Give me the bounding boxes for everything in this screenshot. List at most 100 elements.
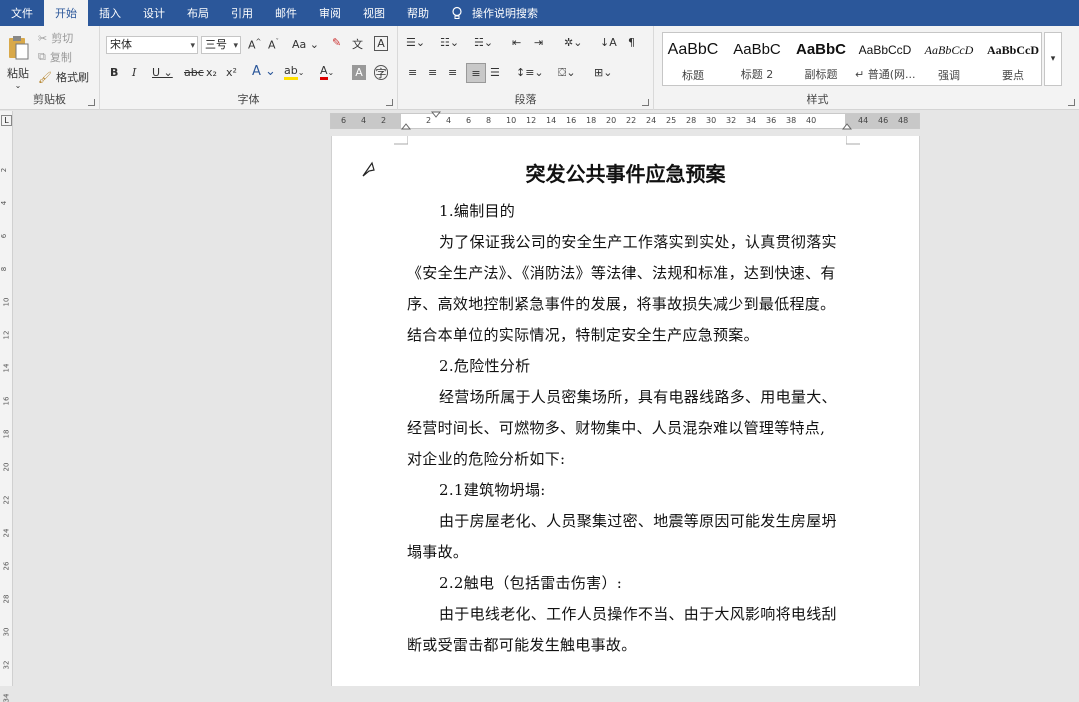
style-name: 副标题 bbox=[804, 68, 838, 81]
style-heading-1[interactable]: AaBbC 标题 bbox=[663, 33, 723, 83]
document-line: 经营场所属于人员密集场所，具有电器线路多、用电量大、 bbox=[439, 388, 837, 406]
numbered-list-icon: ☷⌄ bbox=[440, 36, 460, 49]
align-right-icon: ≡ bbox=[448, 66, 458, 79]
style-name: 标题 bbox=[682, 69, 704, 82]
ruler-tick-label: 18 bbox=[2, 429, 11, 439]
align-center-button[interactable]: ≡ bbox=[428, 66, 437, 79]
style-subtitle[interactable]: AaBbC 副标题 bbox=[791, 33, 851, 83]
tab-layout[interactable]: 布局 bbox=[176, 0, 220, 26]
align-left-button[interactable]: ≡ bbox=[408, 66, 417, 79]
strikethrough-button[interactable]: abc bbox=[184, 66, 204, 79]
style-heading-2[interactable]: AaBbC 标题 2 bbox=[727, 33, 787, 83]
shrink-font-button[interactable]: Aˇ bbox=[268, 38, 279, 52]
sort-icon: ↓A bbox=[600, 36, 617, 49]
document-page[interactable]: 突发公共事件应急预案 1.编制目的 为了保证我公司的安全生产工作落实到实处，认真贯… bbox=[331, 136, 920, 686]
paint-bucket-icon: ⛋⌄ bbox=[558, 66, 576, 79]
multilevel-list-button[interactable]: ☵⌄ bbox=[474, 36, 493, 49]
tab-file[interactable]: 文件 bbox=[0, 0, 44, 26]
dialog-launcher-icon[interactable] bbox=[386, 99, 393, 106]
borders-button[interactable]: ⊞⌄ bbox=[594, 66, 612, 79]
bold-button[interactable]: B bbox=[110, 66, 118, 79]
dialog-launcher-icon[interactable] bbox=[642, 99, 649, 106]
ruler-tick-label: 16 bbox=[2, 396, 11, 406]
font-color-button[interactable]: A ⌄ bbox=[320, 64, 334, 80]
copy-button[interactable]: ⧉ 复制 bbox=[38, 49, 72, 65]
ruler-tick-label: 24 bbox=[2, 528, 11, 538]
highlight-button[interactable]: ab ⌄ bbox=[284, 64, 304, 80]
format-painter-label: 格式刷 bbox=[55, 71, 89, 84]
tab-mailings[interactable]: 邮件 bbox=[264, 0, 308, 26]
clipboard-group-label: 剪贴板 bbox=[33, 93, 66, 106]
chinese-layout-button[interactable]: ✲⌄ bbox=[564, 36, 582, 49]
dialog-launcher-icon[interactable] bbox=[1068, 99, 1075, 106]
underline-button[interactable]: U ⌄ bbox=[152, 66, 173, 79]
grow-font-button[interactable]: A^ bbox=[248, 38, 261, 52]
document-line: 断或受雷击都可能发生触电事故。 bbox=[407, 636, 637, 654]
style-normal-web[interactable]: AaBbCcD ↵ 普通(网... bbox=[855, 33, 916, 83]
clear-formatting-button[interactable]: ✎ bbox=[332, 36, 341, 49]
crop-mark-top-right bbox=[846, 136, 860, 145]
distributed-button[interactable]: ☰ bbox=[490, 66, 500, 79]
text-effects-icon: A ⌄ bbox=[252, 64, 276, 79]
document-line: 《安全生产法》、《消防法》等法律、法规和标准，达到快速、有 bbox=[407, 264, 836, 282]
character-shading-button[interactable]: A bbox=[352, 65, 366, 80]
style-strong[interactable]: AaBbCcD 要点 bbox=[983, 33, 1043, 83]
sort-button[interactable]: ↓A bbox=[600, 36, 617, 49]
paintbrush-icon: 🖌 bbox=[38, 70, 52, 84]
phonetic-guide-button[interactable]: 文 bbox=[352, 36, 363, 52]
document-line: 由于电线老化、工作人员操作不当、由于大风影响将电线刮 bbox=[439, 605, 837, 623]
tab-selector[interactable]: L bbox=[1, 115, 12, 126]
right-indent-icon[interactable] bbox=[842, 122, 852, 130]
ruler-tick-label: 34 bbox=[746, 116, 757, 125]
ruler-tick-label: 20 bbox=[606, 116, 617, 125]
first-line-indent-icon[interactable] bbox=[431, 111, 441, 119]
tab-home[interactable]: 开始 bbox=[44, 0, 88, 26]
grow-font-icon: A^ bbox=[248, 38, 262, 52]
ruler-tick-label: 18 bbox=[586, 116, 597, 125]
enclose-characters-button[interactable]: 字 bbox=[374, 65, 388, 80]
cut-button[interactable]: ✂ 剪切 bbox=[38, 30, 73, 46]
tab-review[interactable]: 审阅 bbox=[308, 0, 352, 26]
superscript-button[interactable]: x² bbox=[226, 66, 237, 79]
tell-me-search[interactable]: 操作说明搜索 bbox=[440, 5, 538, 21]
style-emphasis[interactable]: AaBbCcD 强调 bbox=[919, 33, 979, 83]
dialog-launcher-icon[interactable] bbox=[88, 99, 95, 106]
hanging-indent-icon[interactable] bbox=[401, 122, 411, 130]
tab-insert[interactable]: 插入 bbox=[88, 0, 132, 26]
character-border-button[interactable]: A bbox=[374, 36, 388, 51]
tab-design[interactable]: 设计 bbox=[132, 0, 176, 26]
italic-button[interactable]: I bbox=[132, 66, 136, 79]
paste-button[interactable]: 粘贴 ⌄ bbox=[4, 32, 32, 92]
justify-button[interactable]: ≡ bbox=[466, 63, 486, 83]
align-right-button[interactable]: ≡ bbox=[448, 66, 457, 79]
increase-indent-button[interactable]: ⇥ bbox=[534, 36, 543, 49]
ruler-tick-label: 4 bbox=[361, 116, 367, 125]
font-size-dropdown[interactable]: 三号 ▾ bbox=[201, 36, 241, 54]
multilevel-list-icon: ☵⌄ bbox=[474, 36, 494, 49]
tab-view[interactable]: 视图 bbox=[352, 0, 396, 26]
subscript-button[interactable]: x₂ bbox=[206, 66, 217, 79]
document-line: 由于房屋老化、人员聚集过密、地震等原因可能发生房屋坍 bbox=[439, 512, 837, 530]
line-spacing-button[interactable]: ↕≡⌄ bbox=[516, 66, 544, 79]
show-marks-button[interactable]: ¶ bbox=[628, 36, 635, 49]
tab-references[interactable]: 引用 bbox=[220, 0, 264, 26]
underline-icon: U ⌄ bbox=[152, 66, 173, 79]
superscript-icon: x² bbox=[226, 66, 237, 79]
tab-help[interactable]: 帮助 bbox=[396, 0, 440, 26]
lightbulb-icon bbox=[452, 6, 462, 19]
format-painter-button[interactable]: 🖌 格式刷 bbox=[38, 69, 89, 85]
decrease-indent-button[interactable]: ⇤ bbox=[512, 36, 521, 49]
shading-button[interactable]: ⛋⌄ bbox=[558, 66, 576, 80]
font-name-dropdown[interactable]: 宋体 ▾ bbox=[106, 36, 198, 54]
bullets-button[interactable]: ☰⌄ bbox=[406, 36, 425, 49]
styles-more-button[interactable]: ▾ bbox=[1044, 32, 1062, 86]
bold-icon: B bbox=[110, 66, 119, 79]
ruler-tick-label: 10 bbox=[506, 116, 517, 125]
font-group: 宋体 ▾ 三号 ▾ A^ Aˇ Aa ⌄ ✎ 文 A B I U ⌄ abc x… bbox=[100, 26, 398, 110]
change-case-icon: Aa ⌄ bbox=[292, 38, 319, 51]
style-name: 标题 2 bbox=[740, 68, 774, 81]
numbering-button[interactable]: ☷⌄ bbox=[440, 36, 459, 49]
text-effects-button[interactable]: A ⌄ bbox=[252, 64, 276, 79]
change-case-button[interactable]: Aa ⌄ bbox=[292, 38, 319, 51]
ruler-tick-label: 22 bbox=[626, 116, 637, 125]
